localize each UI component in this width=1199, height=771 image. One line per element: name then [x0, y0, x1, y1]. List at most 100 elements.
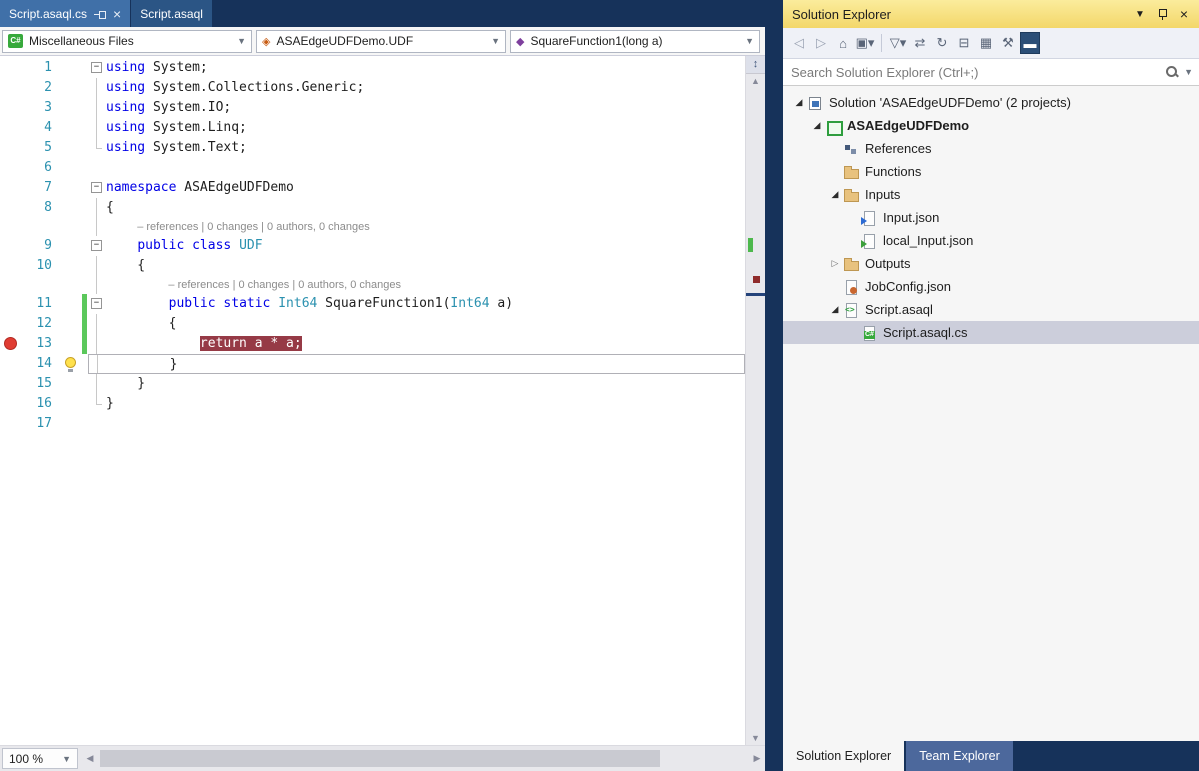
- tab-script-asaql-cs[interactable]: Script.asaql.cs ×: [0, 0, 130, 27]
- outlining-margin[interactable]: [88, 198, 106, 218]
- scrollbar-thumb[interactable]: [100, 750, 660, 767]
- show-all-files-icon[interactable]: ▦: [976, 32, 996, 54]
- code-line[interactable]: 1−using System;: [0, 58, 745, 78]
- code-line[interactable]: 11− public static Int64 SquareFunction1(…: [0, 294, 745, 314]
- breakpoint-margin[interactable]: [0, 198, 24, 218]
- code-editor[interactable]: 1−using System;2using System.Collections…: [0, 56, 765, 745]
- preview-selected-icon[interactable]: ▬: [1020, 32, 1040, 54]
- expand-expanded-icon[interactable]: ◢: [791, 97, 807, 108]
- scroll-right-icon[interactable]: ▶: [749, 753, 765, 764]
- code-line[interactable]: 13 return a * a;: [0, 334, 745, 354]
- outlining-margin[interactable]: [88, 218, 106, 236]
- tab-script-asaql[interactable]: Script.asaql: [131, 0, 212, 27]
- tree-item-outputs[interactable]: ▷Outputs: [783, 252, 1199, 275]
- codelens-info[interactable]: – references | 0 changes | 0 authors, 0 …: [168, 279, 401, 291]
- scroll-left-icon[interactable]: ◀: [82, 753, 98, 764]
- collapse-region-icon[interactable]: −: [91, 298, 102, 309]
- outlining-margin[interactable]: [88, 78, 106, 98]
- breakpoint-margin[interactable]: [0, 354, 24, 374]
- breakpoint-margin[interactable]: [0, 98, 24, 118]
- project-dropdown[interactable]: C# Miscellaneous Files ▼: [2, 30, 252, 53]
- tab-team-explorer[interactable]: Team Explorer: [906, 741, 1013, 771]
- tree-item-script-asaql-cs[interactable]: Script.asaql.cs: [783, 321, 1199, 344]
- properties-icon[interactable]: ⚒: [998, 32, 1018, 54]
- outlining-margin[interactable]: [88, 414, 106, 434]
- expand-expanded-icon[interactable]: ◢: [827, 189, 843, 200]
- outlining-margin[interactable]: [88, 394, 106, 414]
- code-line[interactable]: 7−namespace ASAEdgeUDFDemo: [0, 178, 745, 198]
- forward-icon[interactable]: ▷: [811, 32, 831, 54]
- tree-item-inputs[interactable]: ◢Inputs: [783, 183, 1199, 206]
- breakpoint-margin[interactable]: [0, 58, 24, 78]
- outlining-margin[interactable]: −: [88, 58, 106, 78]
- outlining-margin[interactable]: −: [88, 178, 106, 198]
- outlining-margin[interactable]: [88, 158, 106, 178]
- editor-vertical-scrollbar[interactable]: ↕ ▲ ▼: [745, 56, 765, 745]
- breakpoint-margin[interactable]: [0, 178, 24, 198]
- member-dropdown[interactable]: ◆ SquareFunction1(long a) ▼: [510, 30, 760, 53]
- tab-solution-explorer[interactable]: Solution Explorer: [783, 741, 904, 771]
- collapse-region-icon[interactable]: −: [91, 182, 102, 193]
- code-line[interactable]: 10 {: [0, 256, 745, 276]
- code-line[interactable]: 3using System.IO;: [0, 98, 745, 118]
- tree-item-jobconfig-json[interactable]: JobConfig.json: [783, 275, 1199, 298]
- tree-item-script-asaql[interactable]: ◢Script.asaql: [783, 298, 1199, 321]
- tree-item-solution-asaedgeudfdemo-2-projects[interactable]: ◢Solution 'ASAEdgeUDFDemo' (2 projects): [783, 91, 1199, 114]
- pending-filter-icon[interactable]: ▽▾: [888, 32, 908, 54]
- breakpoint-indicator[interactable]: [4, 337, 17, 350]
- collapse-region-icon[interactable]: −: [91, 62, 102, 73]
- expand-expanded-icon[interactable]: ◢: [809, 120, 825, 131]
- breakpoint-margin[interactable]: [0, 314, 24, 334]
- outlining-margin[interactable]: [88, 334, 106, 354]
- outlining-margin[interactable]: [88, 118, 106, 138]
- breakpoint-margin[interactable]: [0, 138, 24, 158]
- breakpoint-margin[interactable]: [0, 334, 24, 354]
- sync-active-icon[interactable]: ⇄: [910, 32, 930, 54]
- scrollbar-track[interactable]: [746, 88, 765, 731]
- search-icon[interactable]: [1164, 64, 1180, 80]
- outlining-margin[interactable]: −: [88, 236, 106, 256]
- outlining-margin[interactable]: [88, 374, 106, 394]
- pin-icon[interactable]: [1151, 3, 1173, 25]
- collapse-all-icon[interactable]: ⊟: [954, 32, 974, 54]
- split-editor-handle[interactable]: ↕: [746, 56, 765, 74]
- new-item-icon[interactable]: ▣▾: [855, 32, 875, 54]
- outlining-margin[interactable]: [88, 256, 106, 276]
- scroll-down-icon[interactable]: ▼: [746, 731, 765, 745]
- breakpoint-margin[interactable]: [0, 374, 24, 394]
- breakpoint-margin[interactable]: [0, 158, 24, 178]
- codelens-info[interactable]: – references | 0 changes | 0 authors, 0 …: [137, 221, 370, 233]
- refresh-icon[interactable]: ↻: [932, 32, 952, 54]
- code-line[interactable]: 16}: [0, 394, 745, 414]
- tree-item-asaedgeudfdemo[interactable]: ◢ASAEdgeUDFDemo: [783, 114, 1199, 137]
- outlining-margin[interactable]: [88, 138, 106, 158]
- code-line[interactable]: 9− public class UDF: [0, 236, 745, 256]
- codelens-line[interactable]: – references | 0 changes | 0 authors, 0 …: [0, 218, 745, 236]
- code-line[interactable]: 17: [0, 414, 745, 434]
- breakpoint-margin[interactable]: [0, 294, 24, 314]
- breakpoint-margin[interactable]: [0, 218, 24, 236]
- code-line[interactable]: 15 }: [0, 374, 745, 394]
- close-icon[interactable]: ×: [1173, 3, 1195, 25]
- tree-item-references[interactable]: References: [783, 137, 1199, 160]
- back-icon[interactable]: ◁: [789, 32, 809, 54]
- tree-item-local-input-json[interactable]: local_Input.json: [783, 229, 1199, 252]
- outlining-margin[interactable]: [88, 276, 106, 294]
- collapse-region-icon[interactable]: −: [91, 240, 102, 251]
- code-line[interactable]: 4using System.Linq;: [0, 118, 745, 138]
- code-line[interactable]: 8{: [0, 198, 745, 218]
- type-dropdown[interactable]: ◈ ASAEdgeUDFDemo.UDF ▼: [256, 30, 506, 53]
- window-position-icon[interactable]: ▼: [1129, 3, 1151, 25]
- horizontal-scrollbar[interactable]: [98, 746, 749, 771]
- quick-actions-lightbulb-icon[interactable]: [65, 357, 76, 368]
- outlining-margin[interactable]: [88, 98, 106, 118]
- scroll-up-icon[interactable]: ▲: [746, 74, 765, 88]
- breakpoint-margin[interactable]: [0, 256, 24, 276]
- codelens-line[interactable]: – references | 0 changes | 0 authors, 0 …: [0, 276, 745, 294]
- breakpoint-margin[interactable]: [0, 78, 24, 98]
- code-line[interactable]: 5using System.Text;: [0, 138, 745, 158]
- breakpoint-margin[interactable]: [0, 236, 24, 256]
- expand-expanded-icon[interactable]: ◢: [827, 304, 843, 315]
- pin-icon[interactable]: [94, 8, 106, 20]
- breakpoint-margin[interactable]: [0, 414, 24, 434]
